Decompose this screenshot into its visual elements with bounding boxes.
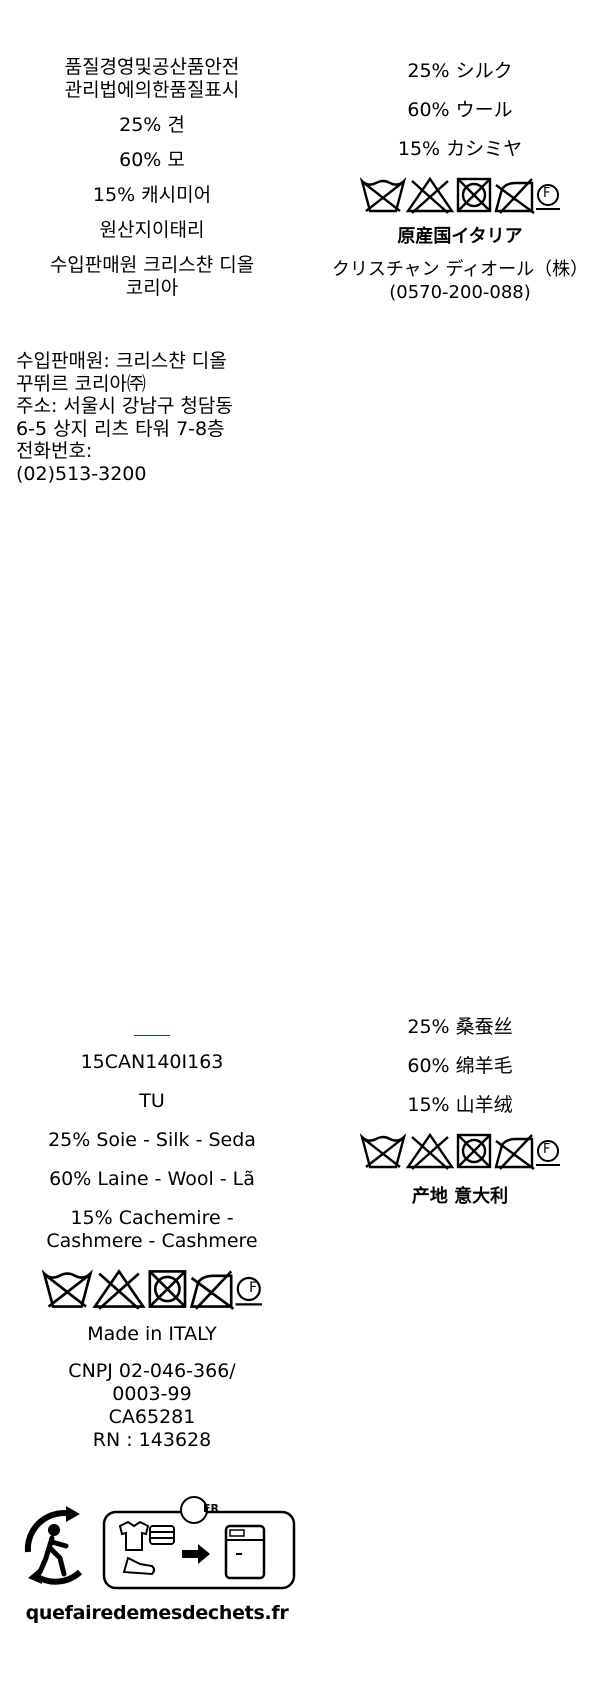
japanese-company: クリスチャン ディオール（株） [331,259,589,280]
korean-details: 수입판매원: 크리스챤 디올 꾸뛰르 코리아㈜ 주소: 서울시 강남구 청담동 … [16,350,301,485]
intl-silk: 25% Soie - Silk - Seda [48,1129,256,1151]
intl-wool: 60% Laine - Wool - Lã [49,1168,255,1190]
recycle-site: quefairedemesdechets.fr [25,1602,289,1624]
japanese-cashmere: 15% カシミヤ [397,138,523,160]
chinese-silk: 25% 桑蚕丝 [407,1016,513,1038]
care-symbols-icon [360,175,560,215]
chinese-cashmere: 15% 山羊绒 [407,1094,513,1116]
korean-detail-line: 6-5 상지 리츠 타워 7-8층 [16,417,225,440]
japanese-wool: 60% ウール [407,99,513,121]
korean-cashmere: 15% 캐시미어 [92,184,212,206]
care-symbols-icon [360,1131,560,1171]
korean-wool: 60% 모 [119,149,185,171]
korean-detail-line: 꾸뛰르 코리아㈜ [16,372,146,395]
korean-origin: 원산지이태리 [99,219,205,241]
registry-line-3: CA65281 [108,1406,196,1428]
korean-importer-line-2: 코리아 [125,277,179,299]
japanese-label: 25% シルク 60% ウール 15% カシミヤ F 原産国イタリア クリスチャ… [320,60,600,304]
intl-origin: Made in ITALY [87,1323,217,1345]
korean-title-line-1: 품질경영및공산품안전 [64,56,240,78]
korean-importer-line-1: 수입판매원 크리스챤 디올 [49,254,255,276]
chinese-wool: 60% 绵羊毛 [407,1055,513,1077]
dry-clean-f-icon: F [543,1142,551,1157]
chinese-care-symbols: F [360,1131,560,1171]
korean-detail-line: 수입판매원: 크리스챤 디올 [16,350,227,372]
size: TU [139,1090,165,1112]
korean-detail-line: 주소: 서울시 강남구 청담동 [16,395,233,417]
japanese-phone: (0570-200-088) [389,282,531,303]
registry-line-1: CNPJ 02-046-366/ [68,1360,236,1382]
dry-clean-f-icon: F [543,186,551,201]
chinese-origin: 产地 意大利 [411,1186,509,1207]
korean-detail-line: (02)513-3200 [16,462,147,485]
triman-icon [24,1496,296,1590]
recycling-info: FR quefairedemesdechets.fr [16,1492,298,1624]
fr-badge: FR [203,1502,219,1515]
chinese-label: 25% 桑蚕丝 60% 绵羊毛 15% 山羊绒 F 产地 意大利 [320,1016,600,1208]
dry-clean-f-icon: F [249,1280,258,1296]
registry-line-4: RN : 143628 [92,1429,212,1451]
korean-title-line-2: 관리법에의한품질표시 [64,79,240,101]
japanese-care-symbols: F [360,175,560,215]
international-label: 15CAN140I163 TU 25% Soie - Silk - Seda 6… [12,1051,292,1452]
korean-detail-line: 전화번호: [16,440,93,462]
product-code: 15CAN140I163 [80,1051,224,1073]
korean-label: 품질경영및공산품안전 관리법에의한품질표시 25% 견 60% 모 15% 캐시… [12,56,292,300]
registry-line-2: 0003-99 [112,1383,192,1405]
korean-silk: 25% 견 [119,114,185,136]
intl-cashmere-line-1: 15% Cachemire - [70,1207,234,1229]
blue-underline [134,1035,170,1036]
care-symbols-icon [35,1267,269,1311]
intl-cashmere-line-2: Cashmere - Cashmere [46,1230,258,1252]
japanese-origin: 原産国イタリア [397,226,523,247]
intl-care-symbols: F [35,1267,269,1311]
japanese-silk: 25% シルク [407,60,513,82]
